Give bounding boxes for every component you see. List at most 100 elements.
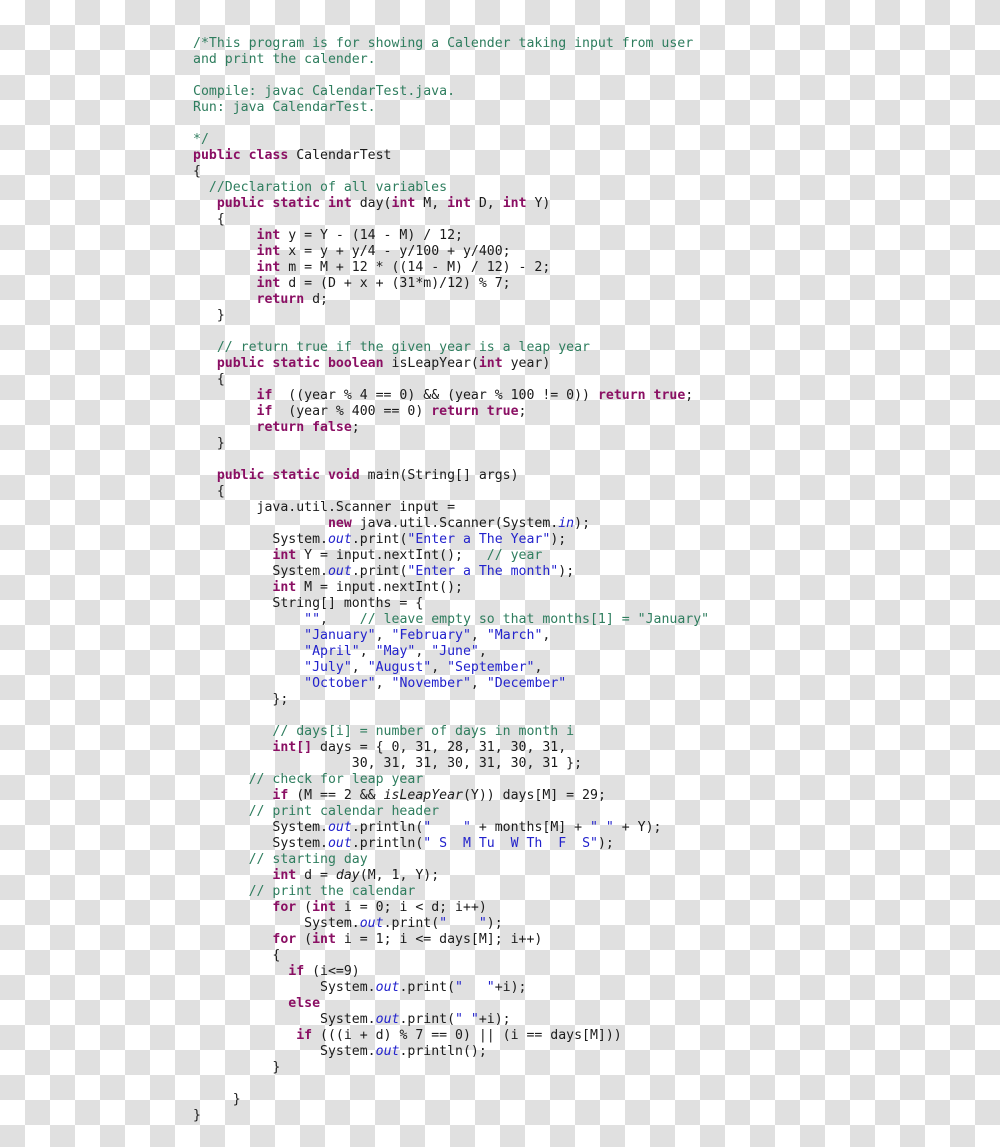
- code-line: System.out.println();: [193, 1044, 983, 1060]
- code-token-fld: out: [327, 532, 352, 548]
- code-token-kw: return false: [193, 420, 352, 436]
- code-line: };: [193, 692, 983, 708]
- code-token-pl: {: [193, 948, 281, 964]
- code-token-pl: ,: [478, 644, 487, 660]
- code-token-st: "September": [447, 660, 535, 676]
- code-line: "", // leave empty so that months[1] = "…: [193, 612, 983, 628]
- code-token-kw: if: [193, 388, 281, 404]
- code-line: // print calendar header: [193, 804, 983, 820]
- code-token-pl: );: [558, 564, 575, 580]
- code-token-pl: i = 0; i < d; i++): [335, 900, 487, 916]
- code-token-mth: isLeapYear: [383, 788, 463, 804]
- code-token-cm: // check for leap year: [193, 772, 424, 788]
- code-token-pl: );: [550, 532, 567, 548]
- code-token-pl: ;: [518, 404, 527, 420]
- code-line: int x = y + y/4 - y/100 + y/400;: [193, 244, 983, 260]
- code-token-st: "": [193, 612, 321, 628]
- code-token-pl: System.: [193, 836, 328, 852]
- code-line: "January", "February", "March",: [193, 628, 983, 644]
- code-token-pl: + months[M] +: [470, 820, 591, 836]
- code-token-cm: // return true if the given year is a le…: [193, 340, 590, 356]
- code-token-st: " S M Tu W Th F S": [423, 836, 598, 852]
- code-token-pl: }: [193, 1060, 281, 1076]
- code-token-pl: };: [193, 692, 289, 708]
- code-token-pl: System.: [193, 1012, 376, 1028]
- code-line: System.out.print(" ");: [193, 916, 983, 932]
- code-token-pl: m = M + 12 * ((14 - M) / 12) - 2;: [288, 260, 551, 276]
- code-token-pl: (: [304, 932, 313, 948]
- code-token-pl: ((year % 4 == 0) && (year % 100 != 0)): [280, 388, 598, 404]
- code-token-pl: (Y)) days[M] = 29;: [462, 788, 606, 804]
- code-line: if (year % 400 == 0) return true;: [193, 404, 983, 420]
- code-token-pl: CalendarTest: [296, 148, 392, 164]
- code-token-kw: for: [193, 932, 305, 948]
- code-token-pl: {: [193, 164, 201, 180]
- code-token-kw: if: [193, 404, 281, 420]
- code-token-kw: int: [193, 276, 289, 292]
- code-token-cm: Compile: javac CalendarTest.java.: [193, 84, 456, 100]
- code-line: int[] days = { 0, 31, 28, 31, 30, 31,: [193, 740, 983, 756]
- code-token-st: "July": [193, 660, 352, 676]
- code-token-pl: .println(: [351, 820, 424, 836]
- code-token-pl: );: [597, 836, 614, 852]
- code-line: if (((i + d) % 7 == 0) || (i == days[M])…: [193, 1028, 983, 1044]
- code-token-st: " ": [455, 1012, 479, 1028]
- code-token-pl: +i);: [478, 1012, 511, 1028]
- code-token-kw: public static boolean: [193, 356, 392, 372]
- code-token-st: "August": [367, 660, 432, 676]
- code-line: {: [193, 164, 983, 180]
- code-token-cm: // days[i] = number of days in month i: [193, 724, 575, 740]
- code-token-pl: {: [193, 212, 225, 228]
- code-line: if (M == 2 && isLeapYear(Y)) days[M] = 2…: [193, 788, 983, 804]
- code-line: int M = input.nextInt();: [193, 580, 983, 596]
- code-token-kw: return: [193, 292, 313, 308]
- code-token-kw: if: [193, 788, 297, 804]
- code-token-pl: d;: [312, 292, 328, 308]
- code-line: for (int i = 1; i <= days[M]; i++): [193, 932, 983, 948]
- code-line: }: [193, 1060, 983, 1076]
- code-token-kw: int: [312, 900, 336, 916]
- code-token-kw: return true: [431, 404, 519, 420]
- code-line: /*This program is for showing a Calender…: [193, 36, 983, 52]
- code-line: public class CalendarTest: [193, 148, 983, 164]
- code-token-kw: public static int: [193, 196, 360, 212]
- code-line: String[] months = {: [193, 596, 983, 612]
- code-token-fld: out: [327, 836, 352, 852]
- code-token-pl: ,: [375, 628, 392, 644]
- code-token-kw: int[]: [193, 740, 321, 756]
- code-token-pl: x = y + y/4 - y/100 + y/400;: [288, 244, 511, 260]
- code-token-pl: System.: [193, 564, 328, 580]
- code-token-pl: main(String[] args): [367, 468, 519, 484]
- code-line: System.out.print(" "+i);: [193, 980, 983, 996]
- code-token-pl: }: [193, 1092, 241, 1108]
- code-token-mth: day: [335, 868, 360, 884]
- code-token-kw: if: [193, 964, 313, 980]
- code-token-pl: ,: [351, 660, 368, 676]
- code-token-st: "January": [193, 628, 376, 644]
- code-line: and print the calender.: [193, 52, 983, 68]
- code-line: new java.util.Scanner(System.in);: [193, 516, 983, 532]
- code-line: else: [193, 996, 983, 1012]
- code-token-kw: return true: [597, 388, 686, 404]
- code-token-pl: {: [193, 372, 225, 388]
- code-token-pl: ,: [542, 628, 551, 644]
- code-line: // return true if the given year is a le…: [193, 340, 983, 356]
- code-token-pl: .println();: [399, 1044, 487, 1060]
- code-token-fld: out: [375, 1012, 400, 1028]
- code-line: */: [193, 132, 983, 148]
- code-token-st: " ": [455, 980, 495, 996]
- code-line: return d;: [193, 292, 983, 308]
- code-line: int y = Y - (14 - M) / 12;: [193, 228, 983, 244]
- code-token-st: "June": [431, 644, 479, 660]
- code-token-pl: System.: [193, 1044, 376, 1060]
- code-token-kw: for: [193, 900, 305, 916]
- code-line: }: [193, 308, 983, 324]
- code-line: System.out.println(" " + months[M] + " "…: [193, 820, 983, 836]
- code-token-st: "December": [486, 676, 567, 692]
- code-token-pl: System.: [193, 980, 376, 996]
- code-token-pl: System.: [193, 820, 328, 836]
- code-line: "July", "August", "September",: [193, 660, 983, 676]
- code-line: {: [193, 948, 983, 964]
- code-line: java.util.Scanner input =: [193, 500, 983, 516]
